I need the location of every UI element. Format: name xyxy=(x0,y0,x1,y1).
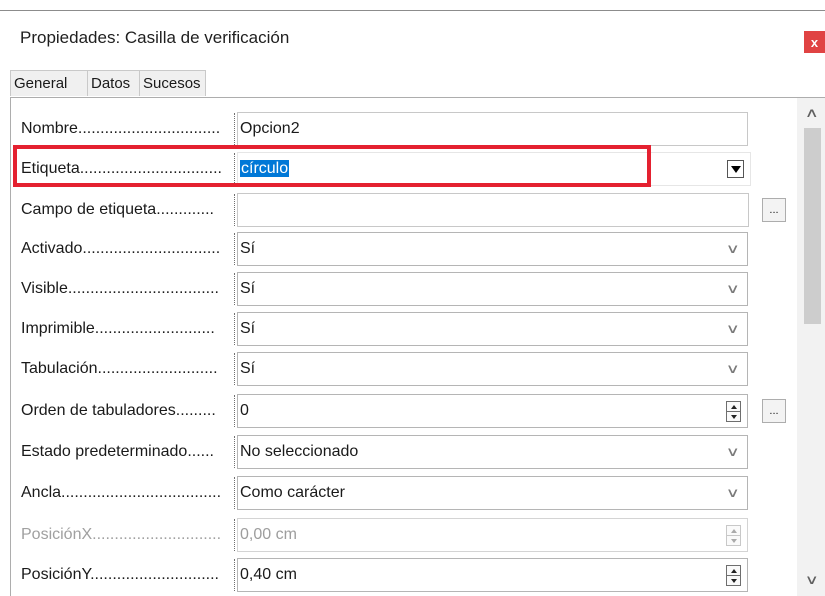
campo-etiqueta-browse-button[interactable]: ... xyxy=(762,198,786,222)
posicion-x-spinner: 0,00 cm xyxy=(237,518,748,552)
window-title: Propiedades: Casilla de verificación xyxy=(20,28,290,47)
property-label: Ancla...................................… xyxy=(21,484,222,501)
posicion-y-spinner[interactable]: 0,40 cm xyxy=(237,558,748,592)
property-row-imprimible: Imprimible........................... Sí… xyxy=(11,312,801,346)
property-row-campo-etiqueta: Campo de etiqueta............. ... xyxy=(11,193,801,227)
property-label: Visible.................................… xyxy=(21,280,219,297)
spin-up-down-icon[interactable] xyxy=(726,401,741,422)
spin-up-button[interactable] xyxy=(727,566,740,575)
property-label: Activado............................... xyxy=(21,240,221,257)
property-row-posicion-x: PosiciónX............................. 0… xyxy=(11,518,801,552)
property-label: PosiciónX............................. xyxy=(21,526,222,543)
chevron-down-icon: ∨ xyxy=(725,485,741,500)
orden-tabuladores-browse-button[interactable]: ... xyxy=(762,399,786,423)
close-button[interactable]: x xyxy=(804,31,825,53)
window-top-border xyxy=(0,10,825,11)
triangle-down-icon[interactable] xyxy=(727,160,744,178)
property-row-visible: Visible.................................… xyxy=(11,272,801,306)
property-row-orden-tabuladores: Orden de tabuladores......... 0 ... xyxy=(11,394,801,428)
property-label: Estado predeterminado...... xyxy=(21,443,214,460)
visible-select[interactable]: Sí ∨ xyxy=(237,272,748,306)
property-row-ancla: Ancla...................................… xyxy=(11,476,801,510)
imprimible-select[interactable]: Sí ∨ xyxy=(237,312,748,346)
campo-etiqueta-input[interactable] xyxy=(237,193,749,227)
nombre-input[interactable]: Opcion2 xyxy=(237,112,748,146)
vertical-scrollbar[interactable]: ∧ ∨ xyxy=(797,98,825,596)
ancla-select[interactable]: Como carácter ∨ xyxy=(237,476,748,510)
chevron-up-icon[interactable]: ∧ xyxy=(797,101,825,125)
property-label: Orden de tabuladores......... xyxy=(21,402,216,419)
property-row-activado: Activado............................... … xyxy=(11,232,801,266)
chevron-down-icon[interactable]: ∨ xyxy=(797,568,825,592)
chevron-down-icon: ∨ xyxy=(725,444,741,459)
close-icon: x xyxy=(810,34,819,50)
property-label: Tabulación........................... xyxy=(21,360,218,377)
estado-predeterminado-select[interactable]: No seleccionado ∨ xyxy=(237,435,748,469)
activado-select[interactable]: Sí ∨ xyxy=(237,232,748,266)
property-label: Campo de etiqueta............. xyxy=(21,201,214,218)
chevron-down-icon: ∨ xyxy=(725,281,741,296)
spin-up-down-icon xyxy=(726,525,741,546)
property-label: PosiciónY............................. xyxy=(21,566,219,583)
property-label: Imprimible........................... xyxy=(21,320,215,337)
chevron-down-icon: ∨ xyxy=(725,361,741,376)
property-label: Nombre................................ xyxy=(21,120,221,137)
chevron-down-icon: ∨ xyxy=(725,241,741,256)
highlight-box xyxy=(13,145,651,187)
property-row-posicion-y: PosiciónY............................. 0… xyxy=(11,558,801,592)
chevron-down-icon: ∨ xyxy=(725,321,741,336)
property-row-estado-predeterminado: Estado predeterminado...... No seleccion… xyxy=(11,435,801,469)
property-row-tabulacion: Tabulación........................... Sí… xyxy=(11,352,801,386)
property-row-nombre: Nombre................................ O… xyxy=(11,112,801,146)
spin-down-button[interactable] xyxy=(727,576,740,585)
scrollbar-thumb[interactable] xyxy=(804,128,821,324)
spin-down-button[interactable] xyxy=(727,412,740,421)
tabulacion-select[interactable]: Sí ∨ xyxy=(237,352,748,386)
spin-up-down-icon[interactable] xyxy=(726,565,741,586)
properties-panel: Nombre................................ O… xyxy=(10,97,825,596)
tab-sucesos[interactable]: Sucesos xyxy=(139,70,206,96)
spin-up-button[interactable] xyxy=(727,402,740,411)
tab-general[interactable]: General xyxy=(10,70,88,96)
tab-datos[interactable]: Datos xyxy=(87,70,140,96)
orden-tabuladores-spinner[interactable]: 0 xyxy=(237,394,748,428)
